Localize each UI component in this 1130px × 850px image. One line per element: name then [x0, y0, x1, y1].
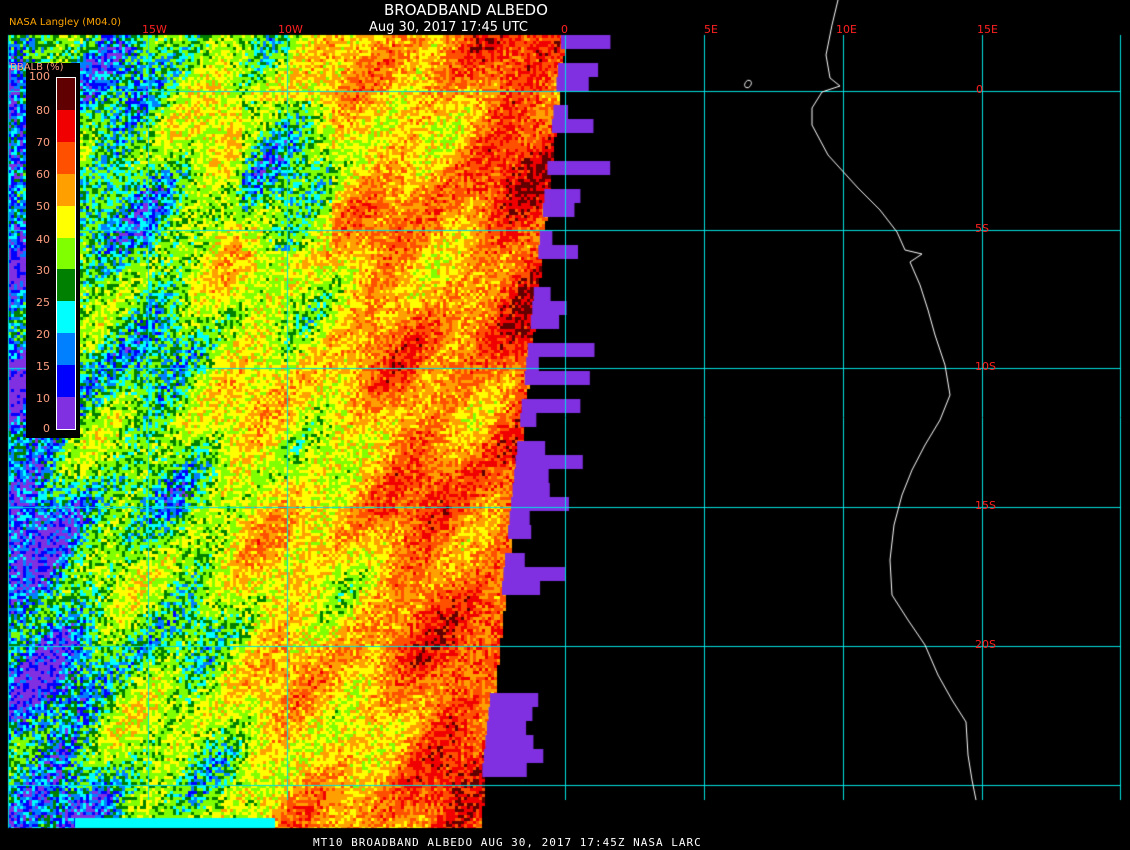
legend-swatch [57, 141, 75, 174]
legend-swatch [57, 237, 75, 270]
legend-swatch [57, 365, 75, 398]
legend-tick-label: 100 [29, 70, 50, 83]
legend-swatch [57, 269, 75, 302]
lon-label-5e: 5E [704, 23, 718, 36]
lat-label-5s: 5S [975, 222, 989, 235]
lon-label-0: 0 [561, 23, 568, 36]
lat-label-15s: 15S [975, 499, 996, 512]
lon-label-10w: 10W [278, 23, 303, 36]
legend-tick-label: 70 [36, 136, 50, 149]
legend-swatch [57, 109, 75, 142]
lat-label-0: 0 [976, 83, 983, 96]
map-title: BROADBAND ALBEDO [384, 1, 548, 19]
legend-tick-label: 15 [36, 360, 50, 373]
map-timestamp: Aug 30, 2017 17:45 UTC [369, 20, 528, 35]
legend-tick-label: 30 [36, 264, 50, 277]
lat-label-10s: 10S [975, 360, 996, 373]
legend-tick-label: 25 [36, 296, 50, 309]
legend-color-bar [56, 77, 76, 430]
legend-tick-label: 20 [36, 328, 50, 341]
legend-swatch [57, 173, 75, 206]
legend-tick-label: 10 [36, 392, 50, 405]
legend-swatch [57, 397, 75, 429]
legend-swatch [57, 78, 75, 110]
legend-swatch [57, 333, 75, 366]
legend-tick-label: 0 [43, 422, 50, 435]
lon-label-10e: 10E [836, 23, 857, 36]
legend-swatch [57, 301, 75, 334]
albedo-satellite-map [0, 0, 1130, 850]
source-label: NASA Langley (M04.0) [9, 17, 121, 28]
legend-tick-label: 80 [36, 104, 50, 117]
legend-swatch [57, 205, 75, 238]
footer-caption: MT10 BROADBAND ALBEDO AUG 30, 2017 17:45… [313, 836, 702, 849]
legend-tick-label: 40 [36, 233, 50, 246]
lat-label-20s: 20S [975, 638, 996, 651]
legend-tick-label: 60 [36, 168, 50, 181]
legend-tick-label: 50 [36, 200, 50, 213]
lon-label-15w: 15W [142, 23, 167, 36]
lon-label-15e: 15E [977, 23, 998, 36]
